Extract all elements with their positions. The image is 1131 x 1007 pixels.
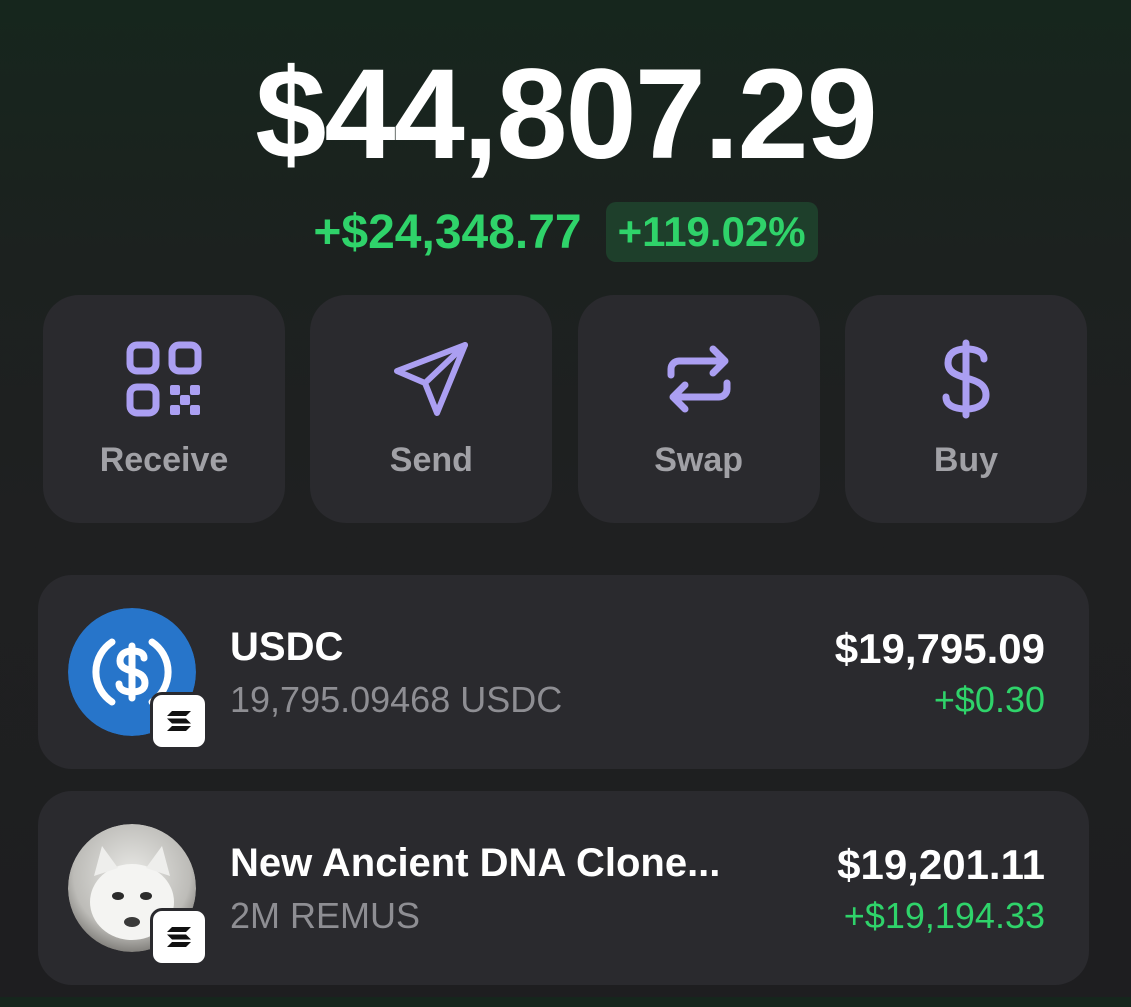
token-value: $19,795.09 — [834, 625, 1045, 672]
swap-icon — [667, 345, 731, 412]
buy-label: Buy — [933, 440, 999, 479]
token-change: +$0.30 — [933, 679, 1045, 720]
send-label: Send — [389, 440, 473, 479]
send-icon — [394, 341, 469, 416]
qr-code-icon — [126, 341, 202, 416]
dollar-icon — [942, 339, 990, 418]
balance-change-amount: +$24,348.77 — [313, 205, 582, 259]
token-row-usdc[interactable]: USDC 19,795.09468 USDC $19,795.09 +$0.30 — [38, 575, 1089, 769]
token-value: $19,201.11 — [837, 841, 1045, 888]
balance-header: $44,807.29 +$24,348.77 +119.02% — [0, 40, 1131, 262]
token-name: New Ancient DNA Clone... — [230, 841, 721, 885]
token-row-remus[interactable]: New Ancient DNA Clone... 2M REMUS $19,20… — [38, 791, 1089, 985]
token-name: USDC — [230, 625, 344, 669]
send-button[interactable]: Send — [310, 295, 553, 523]
swap-button[interactable]: Swap — [577, 295, 820, 523]
swap-label: Swap — [654, 440, 744, 479]
buy-button[interactable]: Buy — [844, 295, 1087, 523]
balance-change-row: +$24,348.77 +119.02% — [0, 202, 1131, 262]
token-amount: 19,795.09468 USDC — [230, 679, 563, 720]
token-change: +$19,194.33 — [843, 895, 1045, 936]
action-buttons: Receive Send Swap Buy — [43, 295, 1087, 523]
solana-icon — [150, 908, 208, 966]
total-balance: $44,807.29 — [255, 43, 878, 186]
token-amount: 2M REMUS — [230, 895, 421, 936]
receive-button[interactable]: Receive — [43, 295, 285, 523]
balance-change-percent-badge: +119.02% — [605, 202, 818, 262]
token-list: USDC 19,795.09468 USDC $19,795.09 +$0.30 — [38, 575, 1089, 1007]
solana-icon — [150, 692, 208, 750]
receive-label: Receive — [99, 440, 229, 479]
